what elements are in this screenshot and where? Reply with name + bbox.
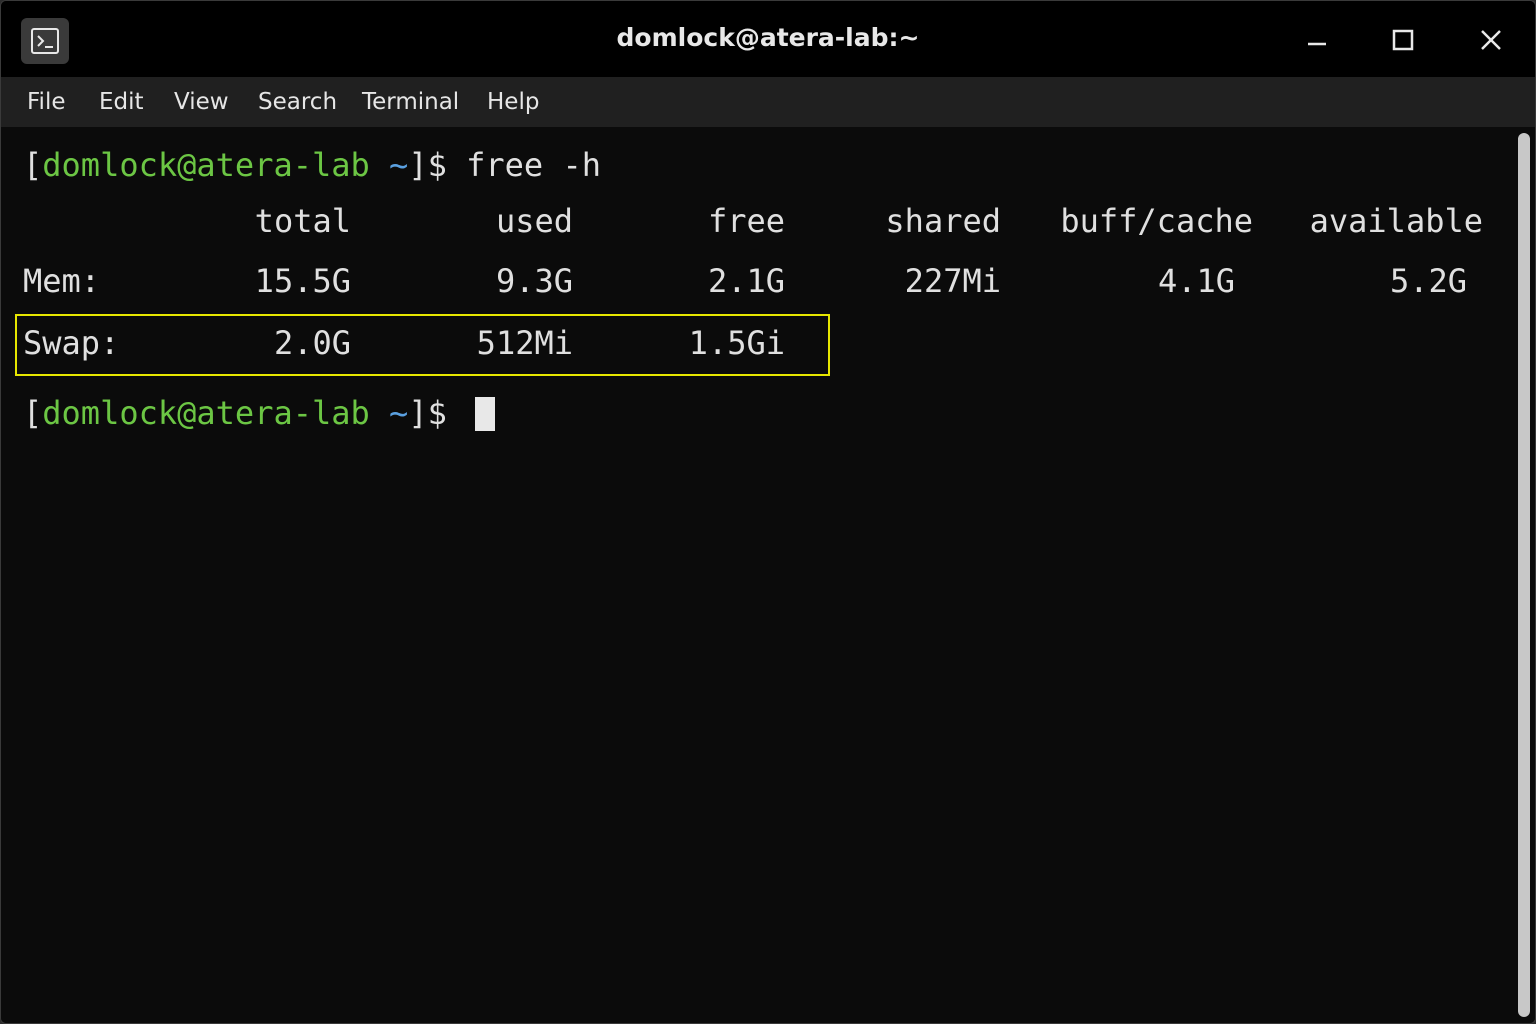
minimize-button[interactable] <box>1293 17 1341 63</box>
swap-free: 1.5Gi <box>688 324 785 362</box>
menu-terminal[interactable]: Terminal <box>362 87 459 117</box>
header-available: available <box>1309 202 1483 240</box>
mem-label: Mem: <box>23 262 101 300</box>
prompt-cwd: ~ <box>389 394 409 432</box>
minimize-icon <box>1308 42 1326 46</box>
swap-total: 2.0G <box>273 324 351 362</box>
terminal-output[interactable]: [domlock@atera-lab ~]$ free -h total use… <box>1 127 1513 1023</box>
prompt-user-host: domlock@atera-lab <box>42 394 370 432</box>
terminal-icon[interactable] <box>21 18 69 64</box>
menu-file[interactable]: File <box>27 87 66 117</box>
text-cursor <box>475 397 495 431</box>
active-prompt-line: [domlock@atera-lab ~]$ <box>23 393 447 433</box>
command-line: [domlock@atera-lab ~]$ free -h <box>23 145 601 185</box>
menu-help[interactable]: Help <box>487 87 539 117</box>
menu-view[interactable]: View <box>174 87 229 117</box>
prompt-open-bracket: [ <box>23 394 43 432</box>
title-bar[interactable]: domlock@atera-lab:~ <box>1 1 1535 77</box>
header-total: total <box>254 202 351 240</box>
header-shared: shared <box>885 202 1001 240</box>
maximize-button[interactable] <box>1379 17 1427 63</box>
mem-shared: 227Mi <box>904 262 1001 300</box>
terminal-window: domlock@atera-lab:~ File Edit View Searc… <box>0 0 1536 1024</box>
close-button[interactable] <box>1467 17 1515 63</box>
menu-bar: File Edit View Search Terminal Help <box>1 77 1535 127</box>
menu-edit[interactable]: Edit <box>99 87 144 117</box>
prompt-close: ]$ <box>408 394 447 432</box>
mem-total: 15.5G <box>254 262 351 300</box>
header-free: free <box>707 202 785 240</box>
prompt-cwd: ~ <box>389 146 409 184</box>
header-used: used <box>495 202 573 240</box>
close-icon <box>1481 30 1501 50</box>
header-buff-cache: buff/cache <box>1060 202 1253 240</box>
mem-free: 2.1G <box>707 262 785 300</box>
command-text: free -h <box>466 146 601 184</box>
prompt-open-bracket: [ <box>23 146 43 184</box>
mem-available: 5.2G <box>1389 262 1467 300</box>
prompt-close: ]$ <box>408 146 447 184</box>
menu-search[interactable]: Search <box>258 87 337 117</box>
vertical-scrollbar[interactable] <box>1513 127 1535 1023</box>
scrollbar-thumb[interactable] <box>1518 133 1530 1017</box>
prompt-user-host: domlock@atera-lab <box>42 146 370 184</box>
mem-used: 9.3G <box>495 262 573 300</box>
swap-used: 512Mi <box>476 324 573 362</box>
mem-buff-cache: 4.1G <box>1157 262 1235 300</box>
swap-label: Swap: <box>23 324 120 362</box>
maximize-icon <box>1392 29 1414 51</box>
